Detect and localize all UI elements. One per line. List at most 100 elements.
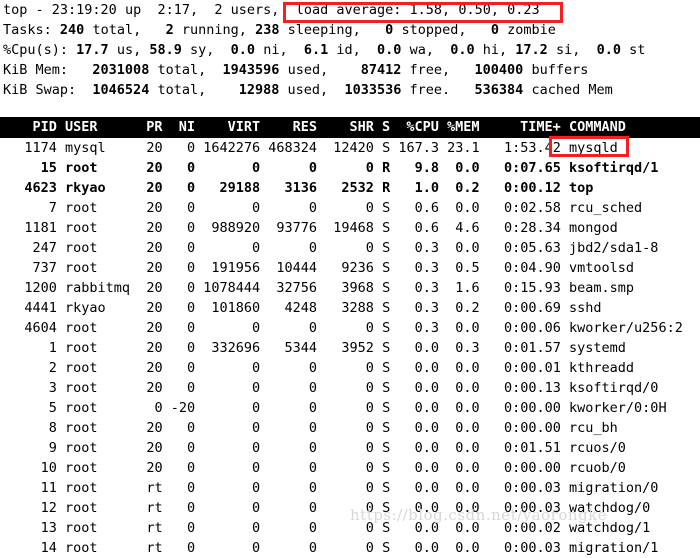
uptime-line: top - 23:19:20 up 2:17, 2 users, load av… — [0, 0, 700, 20]
nice-cell: 0 — [162, 460, 196, 476]
process-row[interactable]: 1181 root 20 0 988920 93776 19468 S 0.6 … — [0, 218, 700, 238]
sp23 — [255, 42, 263, 58]
state-cell: S — [373, 200, 391, 216]
cpu-cell: 0.0 — [390, 440, 439, 456]
process-row[interactable]: 1174 mysql 20 0 1642276 468324 12420 S 1… — [0, 138, 700, 158]
process-row[interactable]: 10 root 20 0 0 0 0 S 0.0 0.0 0:00.00 rcu… — [0, 458, 700, 478]
command-cell: mongod — [560, 220, 618, 236]
time-cell: 0:00.01 — [479, 360, 561, 376]
priority-cell: 0 — [138, 400, 163, 416]
process-row[interactable]: 4441 rkyao 20 0 101860 4248 3288 S 0.3 0… — [0, 298, 700, 318]
command-cell: systemd — [560, 340, 626, 356]
process-table-header[interactable]: PID USER PR NI VIRT RES SHR S %CPU %MEM … — [0, 117, 700, 138]
swap-used-label: used, — [287, 82, 329, 98]
res-cell: 10444 — [260, 260, 318, 276]
process-row[interactable]: 12 root rt 0 0 0 0 S 0.0 0.0 0:00.03 wat… — [0, 498, 700, 518]
command-cell: sshd — [560, 300, 602, 316]
pid-cell: 1181 — [0, 220, 57, 236]
virt-cell: 332696 — [195, 340, 261, 356]
tasks-total-value: 240 — [59, 22, 85, 38]
time-cell: 0:00.00 — [479, 420, 561, 436]
time-cell: 0:00.06 — [479, 320, 561, 336]
sp27 — [401, 42, 409, 58]
virt-cell: 0 — [195, 360, 261, 376]
nice-cell: 0 — [162, 240, 196, 256]
mem-cell: 0.0 — [438, 240, 480, 256]
process-row[interactable]: 13 root rt 0 0 0 0 S 0.0 0.0 0:00.02 wat… — [0, 518, 700, 538]
user-cell: root — [56, 340, 139, 356]
shr-cell: 9236 — [317, 260, 374, 276]
process-row[interactable]: 11 root rt 0 0 0 0 S 0.0 0.0 0:00.03 mig… — [0, 478, 700, 498]
shr-cell: 0 — [317, 240, 374, 256]
state-cell: S — [373, 420, 391, 436]
sp48 — [450, 82, 474, 98]
time-cell: 0:05.63 — [479, 240, 561, 256]
virt-cell: 29188 — [195, 180, 261, 196]
state-cell: S — [373, 540, 391, 556]
process-row[interactable]: 9 root 20 0 0 0 0 S 0.0 0.0 0:01.51 rcuo… — [0, 438, 700, 458]
load-average-5min: 0.50, — [458, 2, 499, 18]
sp13 — [279, 22, 287, 38]
process-row[interactable]: 247 root 20 0 0 0 0 S 0.3 0.0 0:05.63 jb… — [0, 238, 700, 258]
nice-cell: 0 — [162, 500, 196, 516]
nice-cell: 0 — [162, 160, 196, 176]
process-row[interactable]: 15 root 20 0 0 0 0 R 9.8 0.0 0:07.65 kso… — [0, 158, 700, 178]
load-average-label: load average: — [295, 2, 402, 18]
process-row[interactable]: 4604 root 20 0 0 0 0 S 0.3 0.0 0:00.06 k… — [0, 318, 700, 338]
process-row[interactable]: 8 root 20 0 0 0 0 S 0.0 0.0 0:00.00 rcu_… — [0, 418, 700, 438]
mem-cell: 0.0 — [438, 460, 480, 476]
user-cell: root — [56, 200, 139, 216]
mem-buffers-label: buffers — [531, 62, 589, 78]
cpu-us-label: us, — [116, 42, 142, 58]
user-cell: root — [56, 500, 139, 516]
virt-cell: 0 — [195, 420, 261, 436]
res-cell: 0 — [260, 320, 318, 336]
pid-cell: 10 — [0, 460, 57, 476]
terminal-window: top - 23:19:20 up 2:17, 2 users, load av… — [0, 0, 700, 556]
priority-cell: rt — [138, 480, 163, 496]
nice-cell: 0 — [162, 280, 196, 296]
cpu-wa-value: 0.0 — [377, 42, 402, 58]
process-row[interactable]: 14 root rt 0 0 0 0 S 0.0 0.0 0:00.03 mig… — [0, 538, 700, 558]
user-cell: root — [56, 420, 139, 436]
res-cell: 0 — [260, 400, 318, 416]
time-cell: 0:00.12 — [479, 180, 561, 196]
process-row[interactable]: 3 root 20 0 0 0 0 S 0.0 0.0 0:00.13 ksof… — [0, 378, 700, 398]
mem-cell: 0.2 — [438, 300, 480, 316]
res-cell: 3136 — [260, 180, 318, 196]
pid-cell: 8 — [0, 420, 57, 436]
shr-cell: 0 — [317, 440, 374, 456]
mem-cell: 0.0 — [438, 440, 480, 456]
state-cell: R — [373, 160, 391, 176]
mem-cell: 0.0 — [438, 360, 480, 376]
process-row[interactable]: 4623 rkyao 20 0 29188 3136 2532 R 1.0 0.… — [0, 178, 700, 198]
nice-cell: 0 — [162, 300, 196, 316]
user-cell: root — [56, 540, 139, 556]
virt-cell: 0 — [195, 400, 261, 416]
user-cell: root — [56, 480, 139, 496]
mem-cell: 0.0 — [438, 380, 480, 396]
process-row[interactable]: 2 root 20 0 0 0 0 S 0.0 0.0 0:00.01 kthr… — [0, 358, 700, 378]
process-row[interactable]: 1 root 20 0 332696 5344 3952 S 0.0 0.3 0… — [0, 338, 700, 358]
priority-cell: 20 — [138, 300, 163, 316]
priority-cell: 20 — [138, 160, 163, 176]
cpu-cell: 0.3 — [390, 280, 439, 296]
command-cell: vmtoolsd — [560, 260, 635, 276]
res-cell: 0 — [260, 440, 318, 456]
state-cell: S — [373, 320, 391, 336]
process-row[interactable]: 737 root 20 0 191956 10444 9236 S 0.3 0.… — [0, 258, 700, 278]
shr-cell: 0 — [317, 400, 374, 416]
nice-cell: 0 — [162, 200, 196, 216]
process-row[interactable]: 7 root 20 0 0 0 0 S 0.6 0.0 0:02.58 rcu_… — [0, 198, 700, 218]
user-cell: rabbitmq — [56, 280, 139, 296]
cpu-cell: 1.0 — [390, 180, 439, 196]
sp5 — [401, 2, 409, 18]
shr-cell: 0 — [317, 500, 374, 516]
sp46 — [328, 82, 344, 98]
process-row[interactable]: 1200 rabbitmq 20 0 1078444 32756 3968 S … — [0, 278, 700, 298]
process-row[interactable]: 5 root 0 -20 0 0 0 S 0.0 0.0 0:00.00 kwo… — [0, 398, 700, 418]
command-cell: rcu_sched — [560, 200, 643, 216]
sp2 — [198, 2, 214, 18]
priority-cell: 20 — [138, 460, 163, 476]
mem-cell: 0.3 — [438, 340, 480, 356]
